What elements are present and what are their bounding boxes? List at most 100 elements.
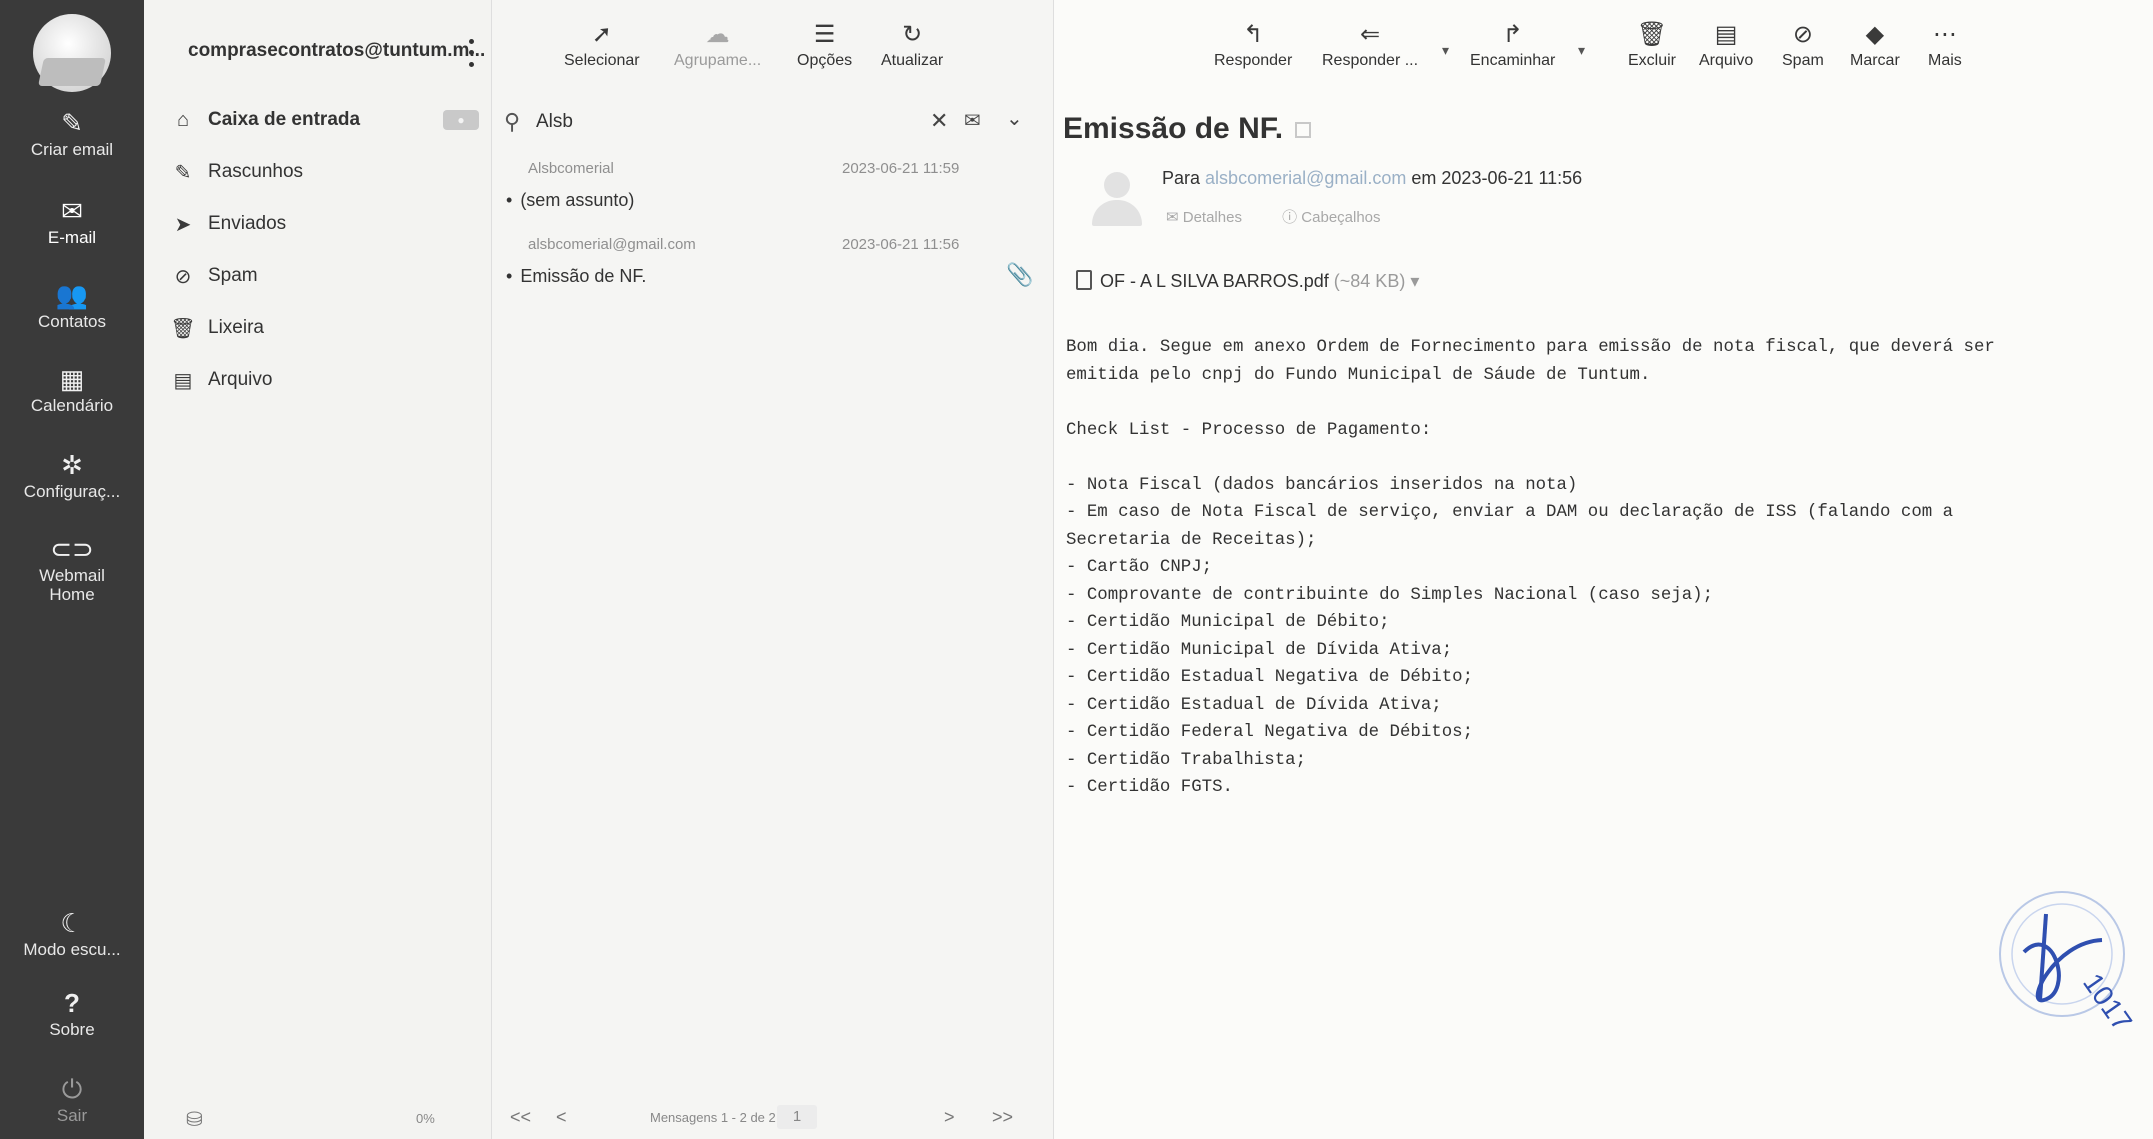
trash-icon: 🗑 — [170, 317, 196, 340]
open-new-window-icon[interactable] — [1295, 122, 1312, 139]
body-line — [1066, 389, 2126, 417]
message-title: Emissão de NF. — [1063, 112, 1312, 146]
search-scope-icon[interactable]: ✉ — [964, 108, 981, 133]
folder-spam[interactable]: ⊘ Spam — [144, 252, 491, 300]
message-row[interactable]: Alsbcomerial 2023-06-21 11:59 (sem assun… — [492, 152, 1053, 228]
recipient-address[interactable]: alsbcomerial@gmail.com — [1205, 168, 1406, 188]
first-page-button[interactable]: << — [510, 1107, 531, 1128]
refresh-icon: ↻ — [902, 21, 923, 48]
message-subject-text: Emissão de NF. — [1063, 112, 1284, 145]
options-label: Opções — [797, 52, 853, 69]
options-button[interactable]: ☰ Opções — [797, 18, 852, 80]
compose-icon: ✎ — [61, 108, 83, 138]
folder-sent[interactable]: ➤ Enviados — [144, 200, 491, 248]
calendar-icon: ▦ — [59, 364, 85, 394]
attachment-name: OF - A L SILVA BARROS.pdf — [1100, 271, 1329, 291]
attachment-menu-icon[interactable]: ▾ — [1410, 271, 1419, 291]
paperclip-icon: 📎 — [1006, 262, 1034, 287]
refresh-button[interactable]: ↻ Atualizar — [881, 18, 943, 80]
message-from: Alsbcomerial — [528, 160, 614, 177]
rail-webmail-home[interactable]: ⊂⊃ Webmail Home — [0, 534, 144, 604]
threads-icon: ☁ — [705, 21, 730, 48]
folder-archive[interactable]: ▤ Arquivo — [144, 356, 491, 404]
moon-icon: ☾ — [60, 908, 84, 938]
prev-page-button[interactable]: < — [556, 1107, 567, 1128]
message-meta-links: ✉ Detalhes ⓘ Cabeçalhos — [1166, 206, 1417, 227]
forward-button[interactable]: ↱ Encaminhar — [1470, 18, 1555, 70]
headers-label: Cabeçalhos — [1301, 209, 1381, 226]
rail-mail[interactable]: ✉ E-mail — [0, 196, 144, 247]
search-bar: ⚲ ✕ ✉ ⌄ — [492, 100, 1053, 144]
body-line: - Certidão Estadual Negativa de Débito; — [1066, 668, 1474, 687]
more-label: Mais — [1928, 52, 1962, 69]
rail-dark-mode[interactable]: ☾ Modo escu... — [0, 908, 144, 959]
folder-inbox[interactable]: ⌂ Caixa de entrada ● — [144, 96, 491, 144]
attachment[interactable]: OF - A L SILVA BARROS.pdf (~84 KB) ▾ — [1076, 270, 1419, 292]
body-line: - Em caso de Nota Fiscal de serviço, env… — [1066, 503, 1954, 522]
message-date: 2023-06-21 11:59 — [842, 160, 960, 177]
reply-icon: ↰ — [1243, 21, 1264, 48]
rail-logout[interactable]: ⏻ Sair — [0, 1074, 144, 1125]
spam-button[interactable]: ⊘ Spam — [1782, 18, 1824, 70]
reply-button[interactable]: ↰ Responder — [1214, 18, 1292, 70]
search-input[interactable] — [536, 108, 896, 136]
details-link[interactable]: ✉ Detalhes — [1166, 209, 1260, 226]
last-page-button[interactable]: >> — [992, 1107, 1013, 1128]
folder-panel: comprasecontratos@tuntum.m... ⌂ Caixa de… — [144, 0, 492, 1139]
rail-compose[interactable]: ✎ Criar email — [0, 108, 144, 159]
next-page-button[interactable]: > — [944, 1107, 955, 1128]
rail-contacts[interactable]: 👥 Contatos — [0, 280, 144, 331]
reply-all-button[interactable]: ⇐ Responder ... — [1322, 18, 1418, 70]
spam-icon: ⊘ — [174, 265, 192, 288]
folder-trash[interactable]: 🗑 Lixeira — [144, 304, 491, 352]
body-line: - Comprovante de contribuinte do Simples… — [1066, 585, 1714, 605]
rail-calendar[interactable]: ▦ Calendário — [0, 364, 144, 415]
more-button[interactable]: ⋯ Mais — [1928, 18, 1962, 70]
pagination: << < Mensagens 1 - 2 de 2 1 > >> — [492, 1097, 1053, 1139]
message-row[interactable]: alsbcomerial@gmail.com 2023-06-21 11:56 … — [492, 228, 1053, 304]
headers-link[interactable]: ⓘ Cabeçalhos — [1282, 209, 1398, 226]
mark-button[interactable]: ◆ Marcar — [1850, 18, 1900, 70]
forward-label: Encaminhar — [1470, 52, 1556, 69]
reply-all-label: Responder ... — [1322, 52, 1419, 69]
forward-icon: ↱ — [1502, 21, 1523, 48]
rail-settings[interactable]: ✲ Configuraç... — [0, 450, 144, 501]
quota-icon: ⛁ — [186, 1109, 203, 1131]
details-label: Detalhes — [1182, 209, 1242, 226]
message-list-panel: ➚ Selecionar ☁ Agrupame... ☰ Opções ↻ At… — [492, 0, 1054, 1139]
reading-pane: ↰ Responder ⇐ Responder ... ▾ ↱ Encaminh… — [1054, 0, 2153, 1139]
account-menu-button[interactable] — [464, 36, 478, 70]
body-line: - Certidão Federal Negativa de Débitos; — [1066, 723, 1474, 742]
reply-label: Responder — [1214, 52, 1293, 69]
pdf-file-icon — [1076, 270, 1092, 290]
body-line: - Certidão Estadual de Dívida Ativa; — [1066, 695, 1442, 715]
folder-label: Enviados — [208, 213, 287, 234]
gear-icon: ✲ — [61, 450, 83, 480]
archive-label: Arquivo — [1699, 52, 1754, 69]
folder-label: Spam — [208, 265, 258, 286]
clear-search-icon[interactable]: ✕ — [930, 108, 948, 134]
folder-label: Rascunhos — [208, 161, 304, 182]
tag-icon: ◆ — [1865, 21, 1885, 48]
body-line: - Nota Fiscal (dados bancários inseridos… — [1066, 475, 1578, 495]
message-subject: Emissão de NF. — [506, 266, 646, 287]
rail-about[interactable]: ? Sobre — [0, 988, 144, 1039]
chevron-down-icon[interactable]: ⌄ — [1006, 106, 1023, 131]
page-number[interactable]: 1 — [777, 1105, 817, 1129]
folder-drafts[interactable]: ✎ Rascunhos — [144, 148, 491, 196]
message-date-text: em 2023-06-21 11:56 — [1411, 168, 1583, 188]
group-label: Agrupame... — [674, 52, 762, 69]
archive-button[interactable]: ▤ Arquivo — [1699, 18, 1753, 70]
caret-down-icon: ▾ — [1442, 42, 1450, 58]
inbox-icon: ⌂ — [176, 108, 190, 131]
body-line: - Certidão Trabalhista; — [1066, 750, 1307, 770]
send-icon: ➤ — [174, 213, 192, 236]
quota-percent: 0% — [416, 1111, 435, 1126]
message-count: Mensagens 1 - 2 de 2 — [650, 1110, 776, 1125]
app-rail: ✎ Criar email ✉ E-mail 👥 Contatos ▦ Cale… — [0, 0, 144, 1139]
select-button[interactable]: ➚ Selecionar — [564, 18, 640, 80]
delete-button[interactable]: 🗑 Excluir — [1628, 18, 1676, 70]
group-button[interactable]: ☁ Agrupame... — [674, 18, 761, 80]
search-icon: ⚲ — [504, 109, 521, 134]
avatar — [1088, 172, 1144, 228]
